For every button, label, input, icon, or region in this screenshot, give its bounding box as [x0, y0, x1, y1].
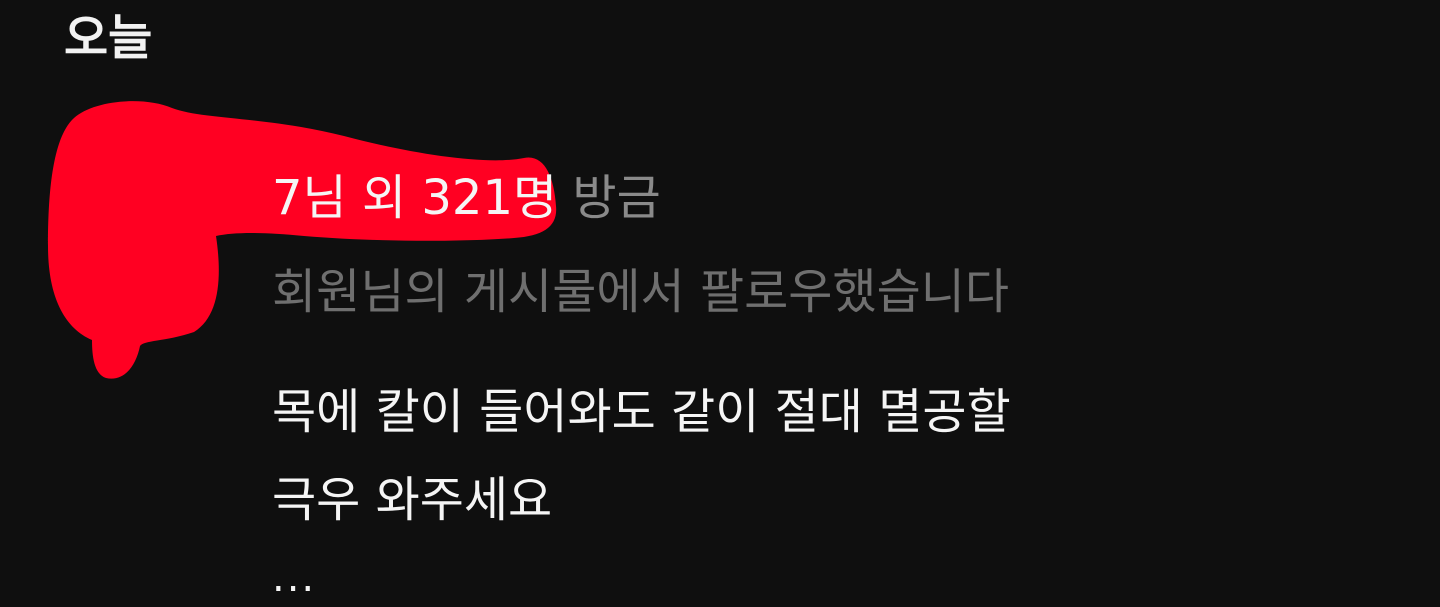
section-header-today: 오늘	[64, 10, 153, 66]
redaction-scribble	[48, 101, 557, 379]
timestamp: 방금	[572, 170, 661, 226]
more-ellipsis[interactable]: ...	[272, 558, 316, 598]
redaction-shape	[48, 101, 557, 379]
notification-item[interactable]: 7님 외 321명 방금 회원님의 게시물에서 팔로우했습니다 목에 칼이 들어…	[44, 96, 1384, 607]
comment-line: 목에 칼이 들어와도 같이 절대 멸공할	[272, 384, 1011, 440]
actor-names[interactable]: 7님 외 321명	[272, 170, 557, 226]
notification-action: 회원님의 게시물에서 팔로우했습니다	[272, 264, 1010, 320]
comment-text[interactable]: 목에 칼이 들어와도 같이 절대 멸공할 극우 와주세요	[272, 368, 1172, 544]
comment-line: 극우 와주세요	[272, 472, 553, 528]
notification-summary: 7님 외 321명 방금	[272, 168, 661, 228]
